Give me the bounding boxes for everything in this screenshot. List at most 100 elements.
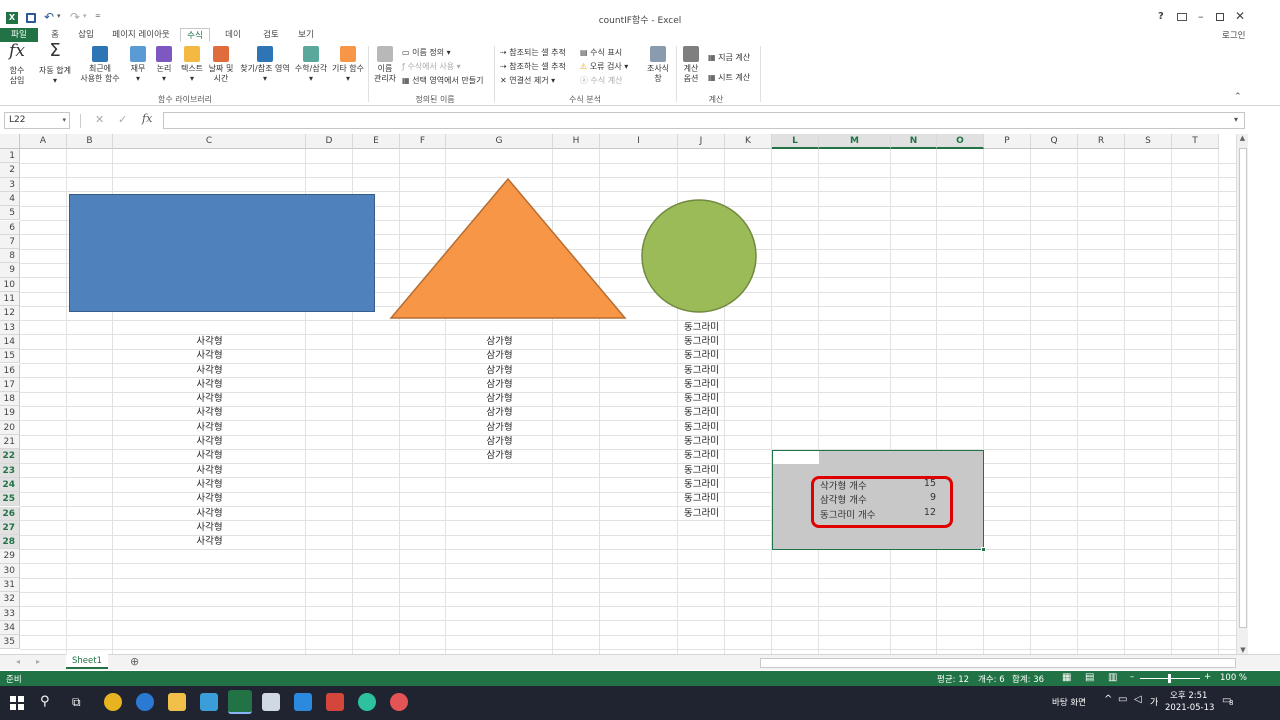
- cell-c22[interactable]: 사각형: [113, 449, 306, 463]
- row-header-12[interactable]: 12: [0, 306, 20, 321]
- cell-j15[interactable]: 동그라미: [678, 349, 725, 363]
- select-all-corner[interactable]: [0, 134, 20, 149]
- redo-dropdown-icon[interactable]: ▾: [83, 12, 87, 20]
- paint-icon[interactable]: [390, 693, 408, 711]
- trace-precedents-button[interactable]: ⇢ 참조되는 셀 추적: [500, 47, 566, 58]
- column-header-i[interactable]: I: [600, 134, 678, 149]
- column-header-a[interactable]: A: [20, 134, 67, 149]
- row-header-11[interactable]: 11: [0, 292, 20, 307]
- clock-time[interactable]: 오후 2:51: [1170, 689, 1207, 701]
- cell-j14[interactable]: 동그라미: [678, 335, 725, 349]
- cell-c16[interactable]: 사각형: [113, 364, 306, 378]
- restore-icon[interactable]: [1216, 13, 1224, 21]
- cell-j23[interactable]: 동그라미: [678, 464, 725, 478]
- row-header-23[interactable]: 23: [0, 463, 20, 478]
- cell-g20[interactable]: 삼가형: [446, 421, 553, 435]
- zoom-out-icon[interactable]: –: [1130, 672, 1134, 682]
- name-box[interactable]: L22 ▾: [4, 112, 70, 129]
- column-header-m[interactable]: M: [819, 134, 891, 149]
- circle-shape[interactable]: [640, 198, 760, 314]
- save-icon[interactable]: [26, 13, 36, 23]
- horizontal-scrollbar[interactable]: [760, 658, 1236, 668]
- close-icon[interactable]: ✕: [1235, 9, 1245, 23]
- app2-icon[interactable]: [326, 693, 344, 711]
- show-formulas-button[interactable]: ▤ 수식 표시: [580, 47, 622, 58]
- ribbon-display-icon[interactable]: [1177, 13, 1187, 21]
- row-header-26[interactable]: 26: [0, 506, 20, 521]
- row-header-16[interactable]: 16: [0, 363, 20, 378]
- task-view-icon[interactable]: ⧉: [72, 695, 81, 710]
- cell-g14[interactable]: 삼가형: [446, 335, 553, 349]
- windows-start-icon[interactable]: [10, 696, 24, 710]
- error-checking-button[interactable]: ⚠ 오류 검사 ▾: [580, 61, 628, 72]
- calculate-now-button[interactable]: ▦ 지금 계산: [708, 52, 750, 63]
- row-header-20[interactable]: 20: [0, 420, 20, 435]
- cell-c14[interactable]: 사각형: [113, 335, 306, 349]
- column-header-k[interactable]: K: [725, 134, 772, 149]
- column-header-t[interactable]: T: [1172, 134, 1219, 149]
- tray-chevron-icon[interactable]: ^: [1104, 694, 1112, 705]
- add-sheet-icon[interactable]: ⊕: [130, 655, 139, 668]
- tab-data[interactable]: 데이터: [216, 28, 250, 54]
- row-header-14[interactable]: 14: [0, 334, 20, 350]
- row-header-2[interactable]: 2: [0, 163, 20, 178]
- redo-icon[interactable]: ↷: [70, 10, 80, 24]
- cell-g17[interactable]: 삼가형: [446, 378, 553, 392]
- chrome-icon[interactable]: [104, 693, 122, 711]
- use-in-formula-button[interactable]: ƒ 수식에서 사용 ▾: [402, 61, 461, 72]
- edge-icon[interactable]: [358, 693, 376, 711]
- scroll-thumb[interactable]: [1239, 148, 1247, 628]
- undo-icon[interactable]: ↶: [44, 10, 54, 24]
- column-header-n[interactable]: N: [891, 134, 937, 149]
- row-header-32[interactable]: 32: [0, 592, 20, 607]
- calculation-options-button[interactable]: 계산 옵션: [680, 46, 702, 84]
- cell-c27[interactable]: 사각형: [113, 521, 306, 535]
- zoom-slider-thumb[interactable]: [1168, 674, 1171, 683]
- cell-c25[interactable]: 사각형: [113, 492, 306, 506]
- financial-button[interactable]: 재무 ▾: [126, 46, 150, 84]
- cell-c28[interactable]: 사각형: [113, 535, 306, 549]
- app-icon[interactable]: [200, 693, 218, 711]
- column-header-q[interactable]: Q: [1031, 134, 1078, 149]
- trace-dependents-button[interactable]: ⇢ 참조하는 셀 추적: [500, 61, 566, 72]
- cell-j20[interactable]: 동그라미: [678, 421, 725, 435]
- page-break-view-icon[interactable]: ▥: [1108, 672, 1117, 683]
- cell-c23[interactable]: 사각형: [113, 464, 306, 478]
- column-header-e[interactable]: E: [353, 134, 400, 149]
- help-icon[interactable]: ?: [1158, 11, 1164, 22]
- column-header-o[interactable]: O: [937, 134, 984, 149]
- worksheet-grid[interactable]: ABCDEFGHIJKLMNOPQRST 1 2 3 4 5 6 7 8 9 10 11 12 13 14…: [0, 134, 1248, 654]
- watch-window-button[interactable]: 조사식 창: [644, 46, 672, 84]
- column-header-s[interactable]: S: [1125, 134, 1172, 149]
- store-icon[interactable]: [262, 693, 280, 711]
- cell-c17[interactable]: 사각형: [113, 378, 306, 392]
- cell-j17[interactable]: 동그라미: [678, 378, 725, 392]
- row-header-9[interactable]: 9: [0, 263, 20, 278]
- logical-button[interactable]: 논리 ▾: [152, 46, 176, 84]
- cell-c21[interactable]: 사각형: [113, 435, 306, 449]
- tab-view[interactable]: 보기: [292, 28, 320, 42]
- prev-sheet-icon[interactable]: ◂: [16, 657, 20, 666]
- tab-insert[interactable]: 삽입: [72, 28, 100, 42]
- row-header-10[interactable]: 10: [0, 277, 20, 292]
- file-explorer-icon[interactable]: [168, 693, 186, 711]
- row-header-17[interactable]: 17: [0, 377, 20, 393]
- customize-qat-icon[interactable]: =: [95, 12, 101, 20]
- row-header-18[interactable]: 18: [0, 392, 20, 407]
- cell-g22[interactable]: 삼가형: [446, 449, 553, 463]
- cell-g15[interactable]: 삼가형: [446, 349, 553, 363]
- row-header-15[interactable]: 15: [0, 349, 20, 364]
- tab-review[interactable]: 검토: [256, 28, 286, 42]
- triangle-shape[interactable]: [388, 178, 628, 320]
- column-header-r[interactable]: R: [1078, 134, 1125, 149]
- scroll-down-icon[interactable]: ▼: [1237, 646, 1249, 654]
- column-header-j[interactable]: J: [678, 134, 725, 149]
- cell-j22[interactable]: 동그라미: [678, 449, 725, 463]
- cell-j13[interactable]: 동그라미: [678, 321, 725, 335]
- row-header-31[interactable]: 31: [0, 578, 20, 593]
- column-header-b[interactable]: B: [67, 134, 113, 149]
- collapse-ribbon-icon[interactable]: ⌃: [1234, 92, 1242, 102]
- cell-c18[interactable]: 사각형: [113, 392, 306, 406]
- cell-c24[interactable]: 사각형: [113, 478, 306, 492]
- more-functions-button[interactable]: 기타 함수 ▾: [330, 46, 366, 84]
